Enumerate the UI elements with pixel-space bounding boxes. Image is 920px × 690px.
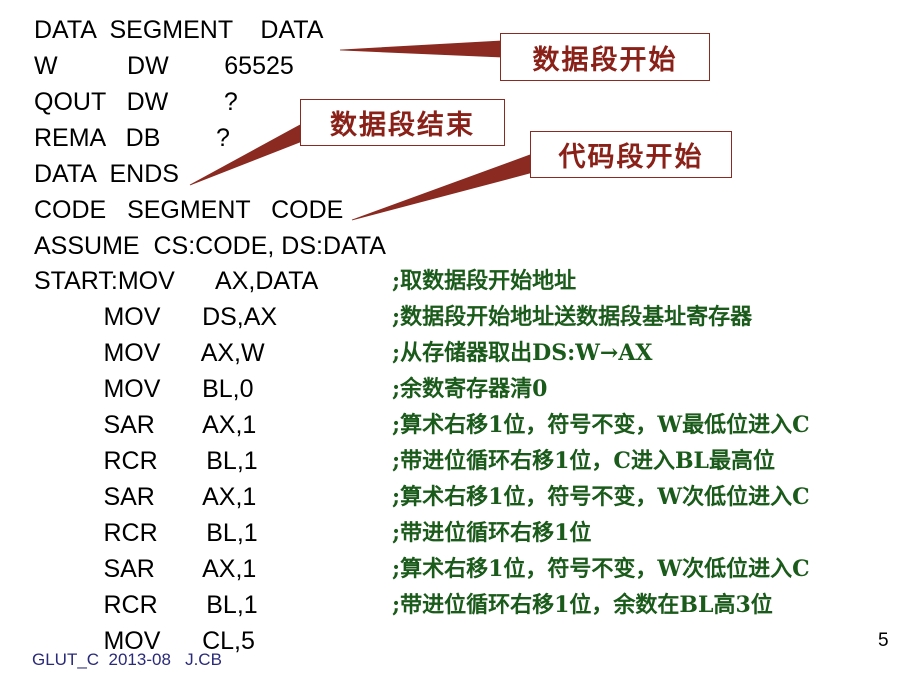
- code-line-10: MOV AX,W: [34, 339, 265, 367]
- code-comment-7: ;算术右移1位，符号不变，W次低位进入C: [392, 484, 810, 510]
- code-comment-10: ;带进位循环右移1位，余数在BL高3位: [392, 592, 773, 618]
- callout-code-segment-start: 代码段开始: [530, 131, 732, 178]
- code-comment-6: ;带进位循环右移1位，C进入BL最高位: [392, 448, 776, 474]
- code-line-9: MOV DS,AX: [34, 303, 278, 331]
- code-comment-8: ;带进位循环右移1位: [392, 520, 592, 546]
- code-comment-1: ;取数据段开始地址: [392, 268, 577, 294]
- code-comment-3: ;从存储器取出DS:W→AX: [392, 340, 653, 366]
- code-line-2: W DW 65525: [34, 52, 294, 80]
- code-line-13: RCR BL,1: [34, 447, 258, 475]
- callout-data-segment-start: 数据段开始: [500, 33, 710, 81]
- footer-credit: GLUT_C 2013-08 J.CB: [32, 650, 222, 669]
- code-line-6: CODE SEGMENT CODE: [34, 196, 344, 224]
- code-line-8: START:MOV AX,DATA: [34, 267, 319, 295]
- code-line-3: QOUT DW ?: [34, 88, 238, 116]
- page-number: 5: [878, 630, 889, 651]
- code-line-16: SAR AX,1: [34, 555, 257, 583]
- callout-data-segment-end: 数据段结束: [300, 99, 505, 146]
- slide-canvas: DATA SEGMENT DATA W DW 65525 QOUT DW ? R…: [0, 0, 920, 690]
- code-line-12: SAR AX,1: [34, 411, 257, 439]
- code-line-17: RCR BL,1: [34, 591, 258, 619]
- code-line-1: DATA SEGMENT DATA: [34, 16, 324, 44]
- code-comment-5: ;算术右移1位，符号不变，W最低位进入C: [392, 412, 810, 438]
- code-line-5: DATA ENDS: [34, 160, 179, 188]
- code-line-11: MOV BL,0: [34, 375, 254, 403]
- code-comment-9: ;算术右移1位，符号不变，W次低位进入C: [392, 556, 810, 582]
- code-line-4: REMA DB ?: [34, 124, 230, 152]
- code-comment-2: ;数据段开始地址送数据段基址寄存器: [392, 304, 753, 330]
- code-comment-4: ;余数寄存器清0: [392, 376, 548, 402]
- code-line-15: RCR BL,1: [34, 519, 258, 547]
- code-line-7: ASSUME CS:CODE, DS:DATA: [34, 232, 386, 260]
- code-line-14: SAR AX,1: [34, 483, 257, 511]
